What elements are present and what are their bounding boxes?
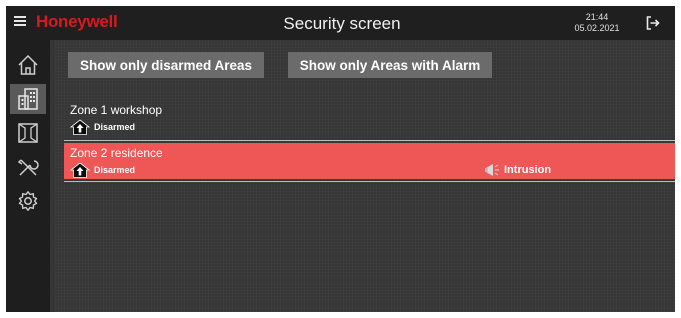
time-text: 21:44 [585,12,609,22]
show-alarm-areas-button[interactable]: Show only Areas with Alarm [288,52,492,78]
clock: 21:44 05.02.2021 [568,12,626,34]
nav-shutters[interactable] [10,118,46,148]
building-icon [18,88,38,110]
page-title: Security screen [283,14,401,33]
alarm-indicator: Intrusion [484,162,551,178]
zone-name: Zone 2 residence [70,146,163,160]
hamburger-icon[interactable] [14,16,26,26]
tools-icon [17,159,39,176]
zone-row[interactable]: Zone 1 workshop Disarmed [64,100,675,136]
nav-tools[interactable] [10,152,46,182]
logout-icon[interactable] [646,16,660,30]
window-shutter-icon [18,123,38,143]
zone-status-label: Disarmed [94,122,136,132]
row-divider [64,140,675,141]
nav-home[interactable] [10,50,46,80]
sidebar [6,40,50,312]
house-disarmed-icon [70,162,90,178]
home-icon [18,54,38,75]
siren-icon [485,164,499,176]
show-disarmed-areas-button[interactable]: Show only disarmed Areas [68,52,264,78]
main-content: Show only disarmed Areas Show only Areas… [54,40,675,312]
top-bar: Honeywell Security screen 21:44 05.02.20… [6,6,675,40]
zone-row-alarm[interactable]: Zone 2 residence Disarmed Intrusion [64,143,675,179]
gear-icon [18,191,38,211]
nav-settings[interactable] [10,186,46,216]
zone-status: Disarmed [70,119,135,135]
zone-status-label: Disarmed [94,165,136,175]
date-text: 05.02.2021 [574,23,620,33]
zone-status: Disarmed [70,162,135,178]
house-disarmed-icon [70,119,90,135]
row-divider [64,181,675,182]
brand-logo: Honeywell [36,12,118,31]
app-frame: Honeywell Security screen 21:44 05.02.20… [6,6,675,312]
nav-building[interactable] [10,84,46,114]
alarm-type-label: Intrusion [504,164,552,176]
zone-name: Zone 1 workshop [70,103,163,117]
